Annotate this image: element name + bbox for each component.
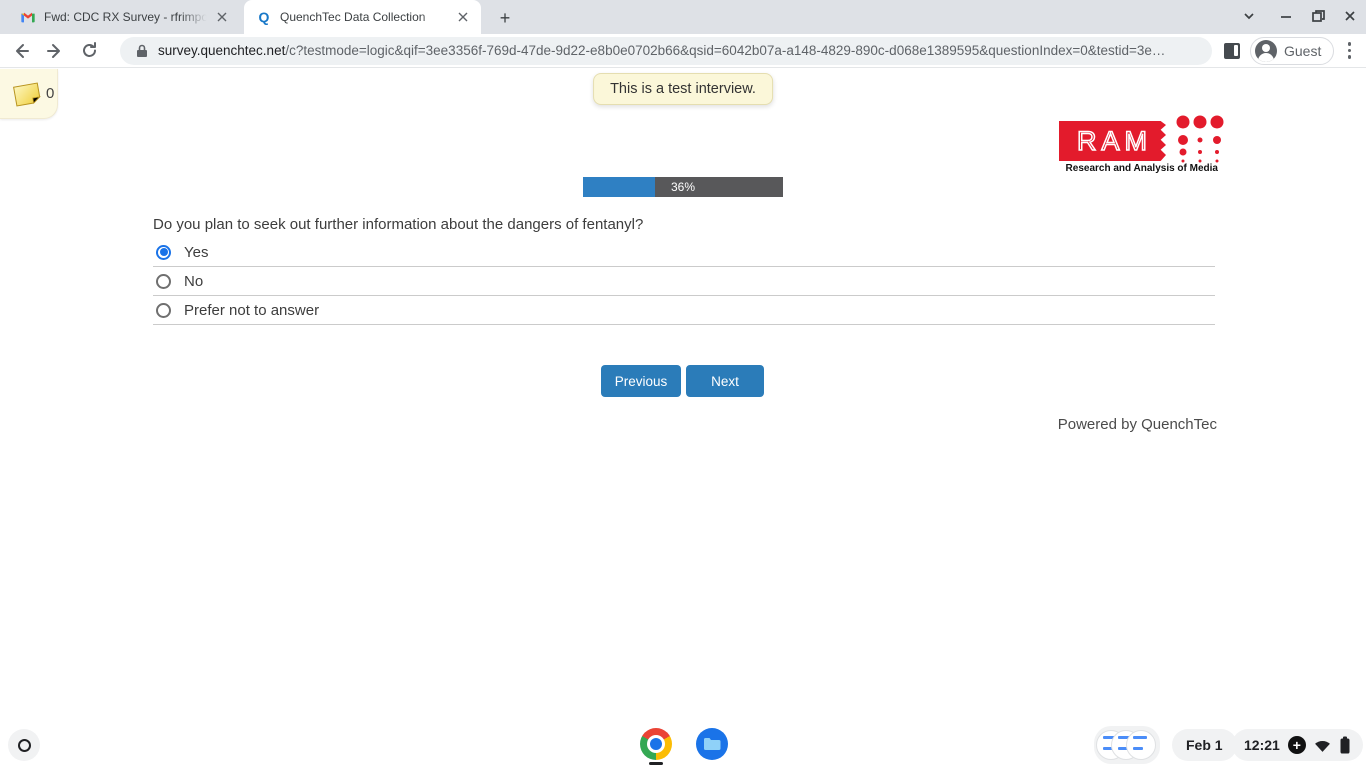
new-tab-button[interactable]: + [492,5,518,31]
window-chevron-down-icon[interactable] [1238,5,1260,27]
reload-button[interactable] [76,38,102,64]
clock: 12:21 [1244,737,1280,753]
tab-title: Fwd: CDC RX Survey - rfrimpong [44,10,210,24]
back-button[interactable] [8,38,34,64]
profile-label: Guest [1284,43,1321,59]
address-bar[interactable]: survey.quenchtec.net/c?testmode=logic&qi… [120,37,1212,65]
option-label: Prefer not to answer [184,302,319,319]
chrome-app-icon[interactable] [640,728,672,760]
avatar [1255,40,1277,62]
gmail-icon [20,9,36,25]
status-tray[interactable]: 12:21 + [1232,729,1363,761]
url-text: survey.quenchtec.net/c?testmode=logic&qi… [158,43,1165,58]
tab-quenchtec[interactable]: Q QuenchTec Data Collection [244,0,481,34]
option-prefer-not[interactable]: Prefer not to answer [153,296,1215,325]
tab-close-icon[interactable] [214,9,230,25]
browser-toolbar: survey.quenchtec.net/c?testmode=logic&qi… [0,34,1366,68]
chromeos-shelf: Feb 1 12:21 + [0,722,1366,768]
lock-icon[interactable] [136,44,148,58]
ram-logo: RAM Research and Analysis of Media [1050,113,1225,175]
side-panel-icon[interactable] [1224,43,1240,59]
window-restore-button[interactable] [1307,5,1329,27]
test-interview-banner: This is a test interview. [593,73,773,105]
tab-close-icon[interactable] [455,9,471,25]
radio-button[interactable] [156,245,171,260]
survey-nav-buttons: Previous Next [601,365,764,397]
browser-menu-button[interactable] [1340,38,1358,64]
window-close-button[interactable] [1339,5,1361,27]
launcher-button[interactable] [8,729,40,761]
test-notes-widget[interactable]: 0 [0,69,58,119]
radio-button[interactable] [156,303,171,318]
ram-logo-box: RAM [1059,121,1166,161]
wifi-icon [1314,738,1331,753]
battery-icon [1339,736,1351,754]
survey-page: 0 This is a test interview. RAM Research… [0,69,1366,722]
tab-strip: Fwd: CDC RX Survey - rfrimpong Q QuenchT… [0,0,1366,34]
ram-logo-dots [1176,113,1224,167]
files-app-icon[interactable] [696,728,728,760]
url-domain: survey.quenchtec.net [158,43,285,58]
chrome-active-indicator [649,762,663,765]
ram-tagline: Research and Analysis of Media [1050,163,1218,174]
forward-button[interactable] [42,38,68,64]
folder-icon [703,737,721,751]
progress-bar: 36% [583,177,783,197]
url-path: /c?testmode=logic&qif=3ee3356f-769d-47de… [285,43,1165,58]
tab-gmail[interactable]: Fwd: CDC RX Survey - rfrimpong [8,0,240,34]
window-switcher-button[interactable] [1094,726,1160,764]
option-yes[interactable]: Yes [153,238,1215,267]
quenchtec-icon: Q [256,9,272,25]
radio-button[interactable] [156,274,171,289]
window-thumbnail [1126,730,1156,760]
option-label: Yes [184,244,208,261]
sticky-note-icon [10,78,44,110]
answer-options: Yes No Prefer not to answer [153,238,1215,325]
ram-logo-text: RAM [1073,128,1152,155]
option-no[interactable]: No [153,267,1215,296]
profile-button[interactable]: Guest [1250,37,1334,65]
notification-plus-icon: + [1288,736,1306,754]
tab-title: QuenchTec Data Collection [280,10,451,24]
option-label: No [184,273,203,290]
question-text: Do you plan to seek out further informat… [153,216,643,233]
next-button[interactable]: Next [686,365,764,397]
window-minimize-button[interactable] [1275,5,1297,27]
previous-button[interactable]: Previous [601,365,681,397]
powered-by-text: Powered by QuenchTec [1058,416,1217,433]
date-button[interactable]: Feb 1 [1172,729,1237,761]
notes-count: 0 [46,85,54,102]
launcher-icon [18,739,31,752]
progress-label: 36% [583,177,783,197]
